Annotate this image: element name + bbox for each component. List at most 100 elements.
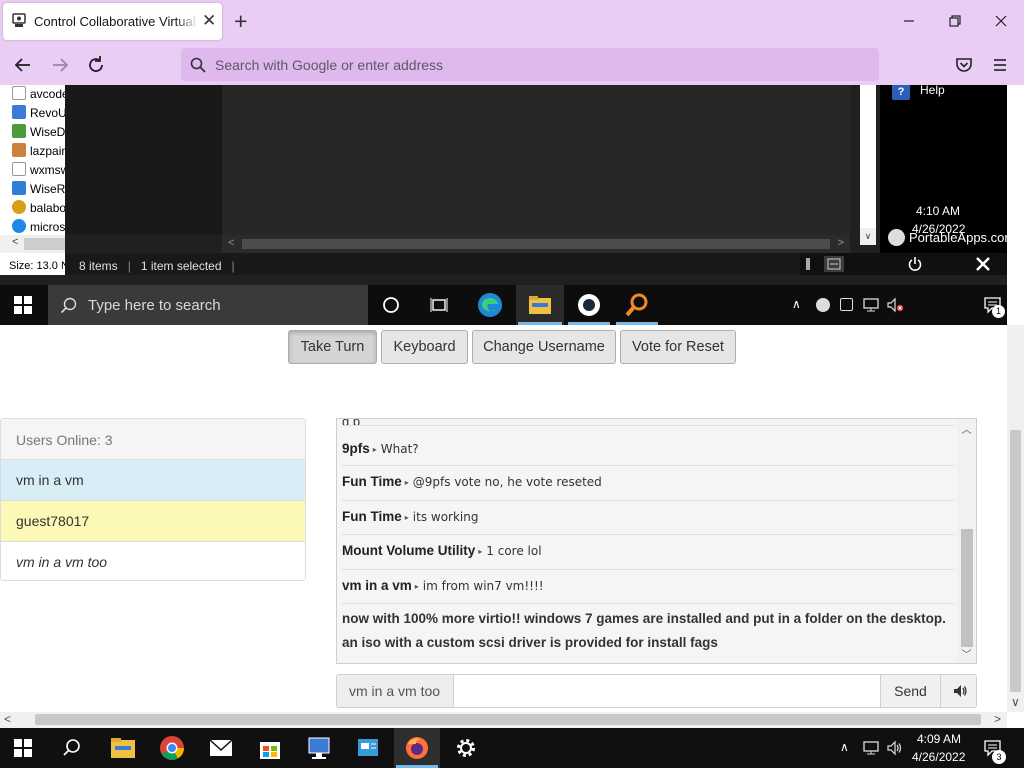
windows-start-icon[interactable]	[14, 739, 32, 757]
forward-arrow-icon[interactable]	[48, 53, 72, 77]
new-tab-button[interactable]: +	[234, 8, 247, 34]
search-app-taskbar-item[interactable]	[614, 285, 660, 325]
host-clock-date[interactable]: 4/26/2022	[912, 750, 965, 764]
chat-message: 9pfs ▸ What?	[342, 432, 954, 466]
minimize-icon[interactable]	[899, 10, 919, 32]
vm-clock-time[interactable]: 4:10 AM	[916, 204, 960, 218]
address-placeholder[interactable]: Search with Google or enter address	[215, 57, 443, 73]
vote-reset-button[interactable]: Vote for Reset	[620, 330, 736, 364]
chevron-down-icon[interactable]: ﹀	[957, 646, 976, 661]
back-arrow-icon[interactable]	[11, 53, 35, 77]
change-username-button[interactable]: Change Username	[472, 330, 616, 364]
address-bar[interactable]: Search with Google or enter address	[181, 48, 879, 81]
file-icon	[12, 86, 26, 100]
host-clock-time[interactable]: 4:09 AM	[917, 732, 961, 746]
restore-icon[interactable]	[945, 10, 965, 32]
details-view-icon[interactable]	[804, 256, 812, 272]
steam-tray-icon[interactable]	[816, 298, 830, 312]
page-vscroll-thumb[interactable]	[1010, 430, 1021, 692]
tree-size-label: Size: 13.0 N	[0, 253, 65, 275]
tab-close-icon[interactable]: ✕	[202, 12, 216, 30]
close-icon[interactable]	[974, 256, 992, 272]
caret-right-icon: ▸	[372, 445, 377, 454]
control-panel-icon[interactable]	[355, 735, 381, 761]
chevron-up-icon[interactable]: ∧	[792, 297, 801, 311]
firefox-taskbar-item[interactable]	[394, 728, 440, 768]
vm-search-box[interactable]: Type here to search	[48, 285, 368, 325]
explorer-vscrollbar[interactable]	[850, 85, 860, 253]
chat-log[interactable]: g p 9pfs ▸ What? Fun Time ▸ @9pfs vote no, h…	[336, 418, 977, 664]
browser-tab[interactable]: Control Collaborative Virtual Machine ✕	[3, 3, 222, 40]
explorer-hscroll-thumb[interactable]	[242, 239, 830, 249]
tray-app-icon[interactable]	[840, 298, 853, 311]
help-icon[interactable]: ?	[892, 85, 910, 100]
vm-search-placeholder[interactable]: Type here to search	[88, 297, 221, 314]
send-button[interactable]: Send	[880, 675, 940, 707]
list-item[interactable]: wxmsw	[12, 162, 69, 180]
volume-icon[interactable]	[886, 740, 904, 756]
network-app-icon[interactable]	[306, 735, 332, 761]
chat-message: vm in a vm ▸ im from win7 vm!!!!	[342, 570, 954, 604]
store-icon[interactable]	[257, 735, 283, 761]
power-icon[interactable]	[906, 256, 924, 272]
list-item[interactable]: RevoU	[12, 105, 67, 123]
user-row-self[interactable]: vm in a vm too	[1, 542, 305, 580]
windows-start-icon[interactable]	[14, 296, 32, 314]
reload-icon[interactable]	[84, 53, 108, 77]
chat-message-input[interactable]	[454, 675, 880, 707]
chevron-up-icon[interactable]: ∧	[840, 740, 849, 754]
search-icon	[190, 57, 206, 73]
chat-username: Fun Time	[342, 474, 402, 489]
explorer-nav-pane	[65, 85, 222, 235]
steam-taskbar-item[interactable]	[566, 285, 612, 325]
portableapps-help[interactable]: Help	[920, 85, 945, 97]
network-icon[interactable]	[862, 297, 880, 313]
thumbnail-view-icon[interactable]	[824, 256, 844, 272]
network-icon[interactable]	[862, 740, 880, 756]
mail-icon[interactable]	[208, 735, 234, 761]
chevron-down-icon[interactable]: ∨	[1011, 695, 1020, 709]
close-window-icon[interactable]	[991, 10, 1011, 32]
menu-icon[interactable]	[988, 53, 1012, 77]
vm-taskbar: Type here to search ∧ 1	[0, 285, 1007, 325]
scroll-left-icon[interactable]: <	[228, 237, 234, 249]
list-item[interactable]: WiseRe	[12, 181, 72, 199]
chrome-icon[interactable]	[159, 735, 185, 761]
explorer-content[interactable]	[222, 85, 850, 235]
vm-clock-date[interactable]: 4/26/2022	[912, 222, 965, 236]
user-row[interactable]: guest78017	[1, 501, 305, 542]
scroll-right-icon[interactable]: >	[838, 237, 844, 249]
notification-badge: 1	[992, 305, 1005, 318]
chevron-left-icon[interactable]: <	[4, 712, 11, 726]
pocket-icon[interactable]	[952, 53, 976, 77]
list-item[interactable]: WiseD	[12, 124, 65, 142]
task-view-icon[interactable]	[430, 296, 448, 314]
sound-toggle-button[interactable]	[940, 675, 976, 707]
scroll-thumb[interactable]	[24, 238, 65, 250]
chat-scrollbar[interactable]: ︿ ﹀	[957, 419, 976, 663]
search-icon[interactable]	[62, 738, 82, 758]
list-item[interactable]: avcode	[12, 86, 69, 104]
folder-icon[interactable]	[110, 735, 136, 761]
vm-screen[interactable]: avcode RevoU WiseD lazpain wxmsw WiseRe …	[0, 85, 1007, 325]
file-explorer-taskbar-item[interactable]	[516, 285, 564, 325]
edge-icon[interactable]	[477, 292, 503, 318]
cortana-icon[interactable]	[382, 296, 400, 314]
users-online-panel: Users Online: 3 vm in a vm guest78017 vm…	[0, 418, 306, 581]
tree-scrollbar[interactable]: <	[0, 235, 65, 253]
file-icon	[12, 162, 26, 176]
list-item[interactable]: lazpain	[12, 143, 68, 161]
user-row[interactable]: vm in a vm	[1, 460, 305, 501]
list-item[interactable]: balabo	[12, 200, 66, 218]
gear-icon[interactable]	[453, 735, 479, 761]
scroll-left-icon[interactable]: <	[12, 236, 18, 248]
chevron-right-icon[interactable]: >	[994, 712, 1001, 726]
chat-scroll-thumb[interactable]	[961, 529, 973, 647]
chevron-up-icon[interactable]: ︿	[957, 421, 976, 436]
volume-muted-icon[interactable]	[886, 297, 904, 313]
page-hscroll-thumb[interactable]	[35, 714, 981, 725]
chevron-down-icon[interactable]: ∨	[860, 228, 876, 245]
take-turn-button[interactable]: Take Turn	[288, 330, 377, 364]
speaker-icon	[953, 685, 967, 697]
keyboard-button[interactable]: Keyboard	[381, 330, 468, 364]
